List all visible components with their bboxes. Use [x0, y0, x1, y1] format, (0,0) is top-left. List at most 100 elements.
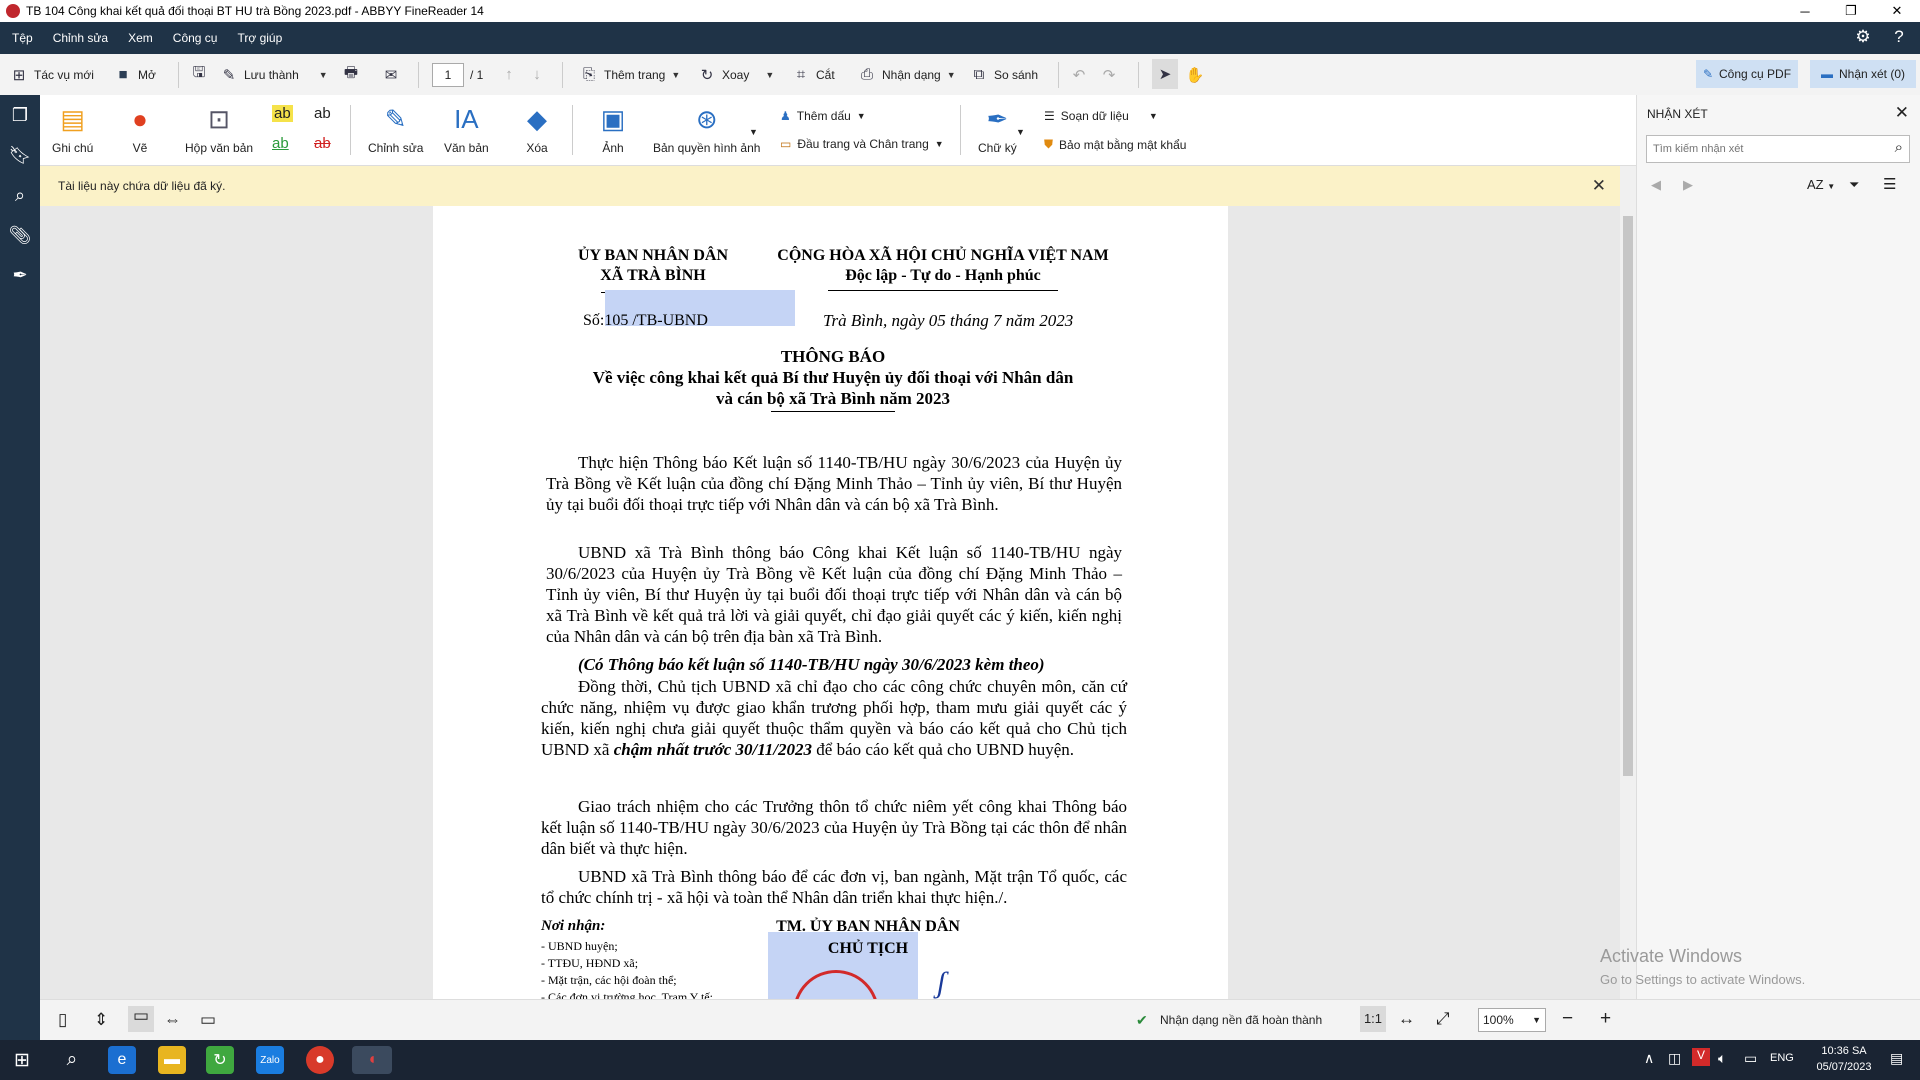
- clock[interactable]: 10:36 SA 05/07/2023: [1806, 1043, 1882, 1075]
- close-comments-panel-icon[interactable]: ✕: [1895, 103, 1909, 123]
- compare-button[interactable]: ⧉ So sánh: [970, 54, 1038, 95]
- add-stamp-button[interactable]: ♟ Thêm dấu ▼: [780, 109, 866, 123]
- crop-button[interactable]: ⌗ Cắt: [792, 54, 835, 95]
- sort-button[interactable]: AZ ▼: [1807, 177, 1835, 192]
- open-button[interactable]: ■ Mở: [114, 54, 155, 95]
- prev-page-button[interactable]: ↑: [500, 54, 518, 95]
- fit-width-icon[interactable]: ↔: [1398, 1009, 1415, 1029]
- search-icon[interactable]: ⌕: [8, 183, 32, 207]
- prev-comment-icon[interactable]: ◀: [1651, 177, 1661, 193]
- app-green-icon[interactable]: ↻: [206, 1046, 234, 1074]
- draw-button[interactable]: ● Vẽ: [124, 103, 156, 156]
- recognize-button[interactable]: ⎙ Nhận dạng ▼: [858, 54, 956, 95]
- chrome-icon[interactable]: ●: [306, 1046, 334, 1074]
- filter-icon[interactable]: ⏷: [1849, 177, 1859, 193]
- tray-antivirus-icon[interactable]: V: [1692, 1048, 1710, 1066]
- zalo-icon[interactable]: Zalo: [256, 1046, 284, 1074]
- windows-start-icon[interactable]: ⊞: [8, 1046, 36, 1074]
- restore-button[interactable]: ❐: [1828, 0, 1874, 22]
- menu-edit[interactable]: Chỉnh sửa: [43, 31, 118, 45]
- header-footer-button[interactable]: ▭ Đầu trang và Chân trang ▼: [780, 137, 944, 151]
- wifi-icon[interactable]: ▭: [1744, 1050, 1757, 1067]
- language-indicator[interactable]: ENG: [1770, 1052, 1794, 1064]
- scroll-thumb[interactable]: [1623, 216, 1633, 776]
- fit-page-view-icon[interactable]: ⇕: [94, 1010, 108, 1030]
- pages-icon[interactable]: ❐: [8, 103, 32, 127]
- email-button[interactable]: ✉: [382, 54, 400, 95]
- collapse-all-icon[interactable]: ☰: [1883, 175, 1896, 193]
- hand-tool-button[interactable]: ✋: [1186, 54, 1205, 95]
- signature-button[interactable]: ✒ Chữ ký: [978, 103, 1017, 156]
- add-page-dropdown-icon[interactable]: ▼: [671, 70, 680, 80]
- save-as-button[interactable]: ✎ Lưu thành ▼: [220, 54, 328, 95]
- highlight-button[interactable]: ab: [272, 105, 293, 122]
- menu-file[interactable]: Tệp: [2, 31, 43, 45]
- zoom-select[interactable]: 100% ▼: [1478, 1008, 1546, 1032]
- menu-view[interactable]: Xem: [118, 31, 163, 45]
- note-button[interactable]: ▤ Ghi chú: [52, 103, 93, 156]
- redo-button[interactable]: ↷: [1100, 54, 1118, 95]
- file-explorer-icon[interactable]: ▬: [158, 1046, 186, 1074]
- insert-text-button[interactable]: ab: [314, 105, 331, 122]
- comments-search-input[interactable]: [1651, 136, 1875, 162]
- volume-icon[interactable]: 🔈︎: [1718, 1050, 1726, 1067]
- fullscreen-view-icon[interactable]: ▭: [200, 1010, 216, 1030]
- pdf-tools-button[interactable]: ✎ Công cụ PDF: [1696, 60, 1798, 88]
- continuous-view-icon[interactable]: ⇔: [164, 1010, 181, 1030]
- password-protect-button[interactable]: ⛊ Bảo mật bằng mật khẩu: [1044, 137, 1186, 152]
- page-number-input[interactable]: 1: [432, 62, 464, 87]
- edit-data-dropdown-icon[interactable]: ▼: [1149, 111, 1158, 121]
- next-page-button[interactable]: ↓: [528, 54, 546, 95]
- rotate-dropdown-icon[interactable]: ▼: [765, 70, 774, 80]
- finereader-taskbar-icon[interactable]: ◖: [352, 1046, 392, 1074]
- underline-button[interactable]: ab: [272, 135, 289, 152]
- document-vertical-scrollbar[interactable]: [1620, 166, 1636, 999]
- close-window-button[interactable]: ✕: [1874, 0, 1920, 22]
- notification-icon[interactable]: ▤: [1890, 1050, 1903, 1067]
- edit-button[interactable]: ✎ Chỉnh sửa: [368, 103, 423, 156]
- zoom-in-icon[interactable]: +: [1600, 1008, 1611, 1030]
- edge-browser-icon[interactable]: e: [108, 1046, 136, 1074]
- image-button[interactable]: ▣ Ảnh: [597, 103, 629, 156]
- signature-icon[interactable]: ✒: [8, 263, 32, 287]
- zoom-out-icon[interactable]: −: [1562, 1008, 1573, 1030]
- attachment-icon[interactable]: 📎︎: [8, 223, 32, 247]
- close-notice-icon[interactable]: ✕: [1592, 176, 1606, 196]
- recognize-dropdown-icon[interactable]: ▼: [947, 70, 956, 80]
- erase-button[interactable]: ◆ Xóa: [521, 103, 553, 156]
- signature-dropdown-icon[interactable]: ▼: [1016, 127, 1025, 137]
- image-copyright-dropdown-icon[interactable]: ▼: [749, 127, 758, 137]
- search-icon[interactable]: ⌕: [58, 1046, 86, 1074]
- next-comment-icon[interactable]: ▶: [1683, 177, 1693, 193]
- textbox-button[interactable]: ⊡ Hộp văn bản: [185, 103, 253, 156]
- add-stamp-dropdown-icon[interactable]: ▼: [857, 111, 866, 121]
- bookmark-icon[interactable]: 🔖︎: [8, 143, 32, 167]
- single-page-view-icon[interactable]: ▯: [58, 1010, 67, 1030]
- text-button[interactable]: IA Văn bản: [444, 103, 489, 156]
- save-icon-button[interactable]: 🖫: [190, 54, 208, 95]
- document-view[interactable]: ỦY BAN NHÂN DÂN XÃ TRÀ BÌNH CỘNG HÒA XÃ …: [40, 206, 1620, 999]
- undo-button[interactable]: ↶: [1070, 54, 1088, 95]
- edit-data-button[interactable]: ☰ Soạn dữ liệu ▼: [1044, 109, 1158, 123]
- fit-page-icon[interactable]: ⤢: [1436, 1009, 1450, 1029]
- strikethrough-button[interactable]: ab: [314, 135, 331, 152]
- rotate-button[interactable]: ↻ Xoay ▼: [698, 54, 775, 95]
- help-icon[interactable]: ?: [1888, 26, 1910, 48]
- menu-tools[interactable]: Công cụ: [163, 31, 228, 45]
- header-footer-dropdown-icon[interactable]: ▼: [935, 139, 944, 149]
- menu-help[interactable]: Trợ giúp: [227, 31, 292, 45]
- minimize-button[interactable]: ─: [1782, 0, 1828, 22]
- save-as-dropdown-icon[interactable]: ▼: [319, 70, 328, 80]
- add-page-button[interactable]: ⎘ Thêm trang ▼: [580, 54, 680, 95]
- settings-gear-icon[interactable]: ⚙: [1852, 26, 1874, 48]
- search-icon[interactable]: ⌕: [1895, 139, 1903, 156]
- tray-chevron-icon[interactable]: ∧: [1644, 1050, 1654, 1067]
- actual-size-button[interactable]: 1:1: [1360, 1006, 1386, 1032]
- tray-network-icon[interactable]: ◫: [1668, 1050, 1681, 1067]
- two-page-view-icon[interactable]: ▭: [128, 1006, 154, 1032]
- new-task-button[interactable]: ⊞ Tác vụ mới: [10, 54, 94, 95]
- select-tool-button[interactable]: ➤: [1152, 59, 1178, 89]
- print-button[interactable]: 🖶: [342, 54, 360, 95]
- comments-toggle-button[interactable]: ▬ Nhận xét (0): [1810, 60, 1916, 88]
- image-copyright-button[interactable]: ⊛ Bản quyền hình ảnh: [653, 103, 760, 156]
